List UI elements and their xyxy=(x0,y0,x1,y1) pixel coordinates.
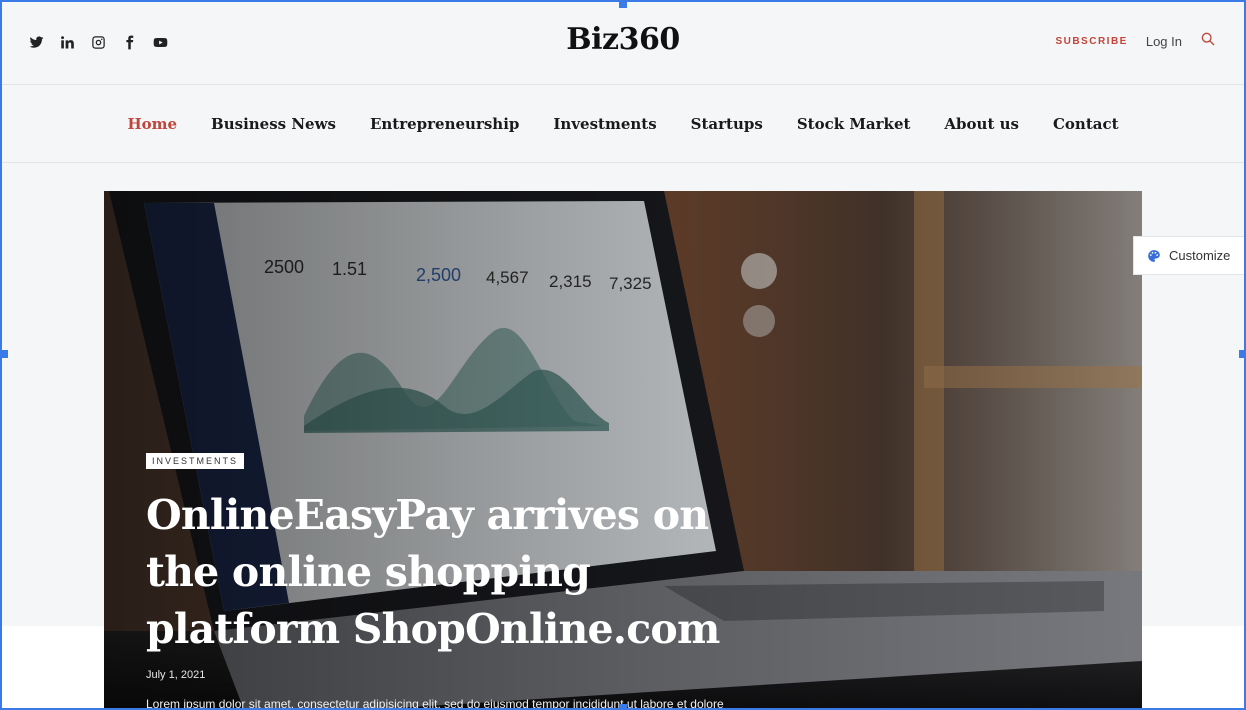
customize-button[interactable]: Customize xyxy=(1133,236,1246,275)
subscribe-link[interactable]: SUBSCRIBE xyxy=(1055,36,1127,47)
nav-item-about-us[interactable]: About us xyxy=(944,115,1019,133)
login-link[interactable]: Log In xyxy=(1146,34,1182,49)
nav-item-startups[interactable]: Startups xyxy=(691,115,763,133)
search-icon[interactable] xyxy=(1200,31,1216,52)
featured-post-hero[interactable]: 2500 1.51 2,500 4,567 2,315 7,325 INVEST… xyxy=(104,191,1142,710)
nav-item-stock-market[interactable]: Stock Market xyxy=(797,115,911,133)
palette-icon xyxy=(1148,249,1160,262)
resize-handle-bottom[interactable] xyxy=(619,704,627,710)
main-navigation: Home Business News Entrepreneurship Inve… xyxy=(0,86,1246,163)
top-bar: Biz360 SUBSCRIBE Log In xyxy=(0,0,1246,85)
header-actions: SUBSCRIBE Log In xyxy=(1055,31,1216,52)
nav-item-business-news[interactable]: Business News xyxy=(211,115,336,133)
post-title[interactable]: OnlineEasyPay arrives on the online shop… xyxy=(146,487,786,658)
resize-handle-left[interactable] xyxy=(0,350,8,358)
resize-handle-top[interactable] xyxy=(619,0,627,8)
nav-item-entrepreneurship[interactable]: Entrepreneurship xyxy=(370,115,519,133)
customize-label: Customize xyxy=(1169,248,1231,263)
post-date: July 1, 2021 xyxy=(146,669,206,681)
category-badge[interactable]: INVESTMENTS xyxy=(146,453,245,469)
post-excerpt: Lorem ipsum dolor sit amet, consectetur … xyxy=(146,697,724,710)
nav-item-home[interactable]: Home xyxy=(127,115,177,133)
nav-item-investments[interactable]: Investments xyxy=(553,115,656,133)
nav-item-contact[interactable]: Contact xyxy=(1053,115,1119,133)
resize-handle-right[interactable] xyxy=(1239,350,1246,358)
